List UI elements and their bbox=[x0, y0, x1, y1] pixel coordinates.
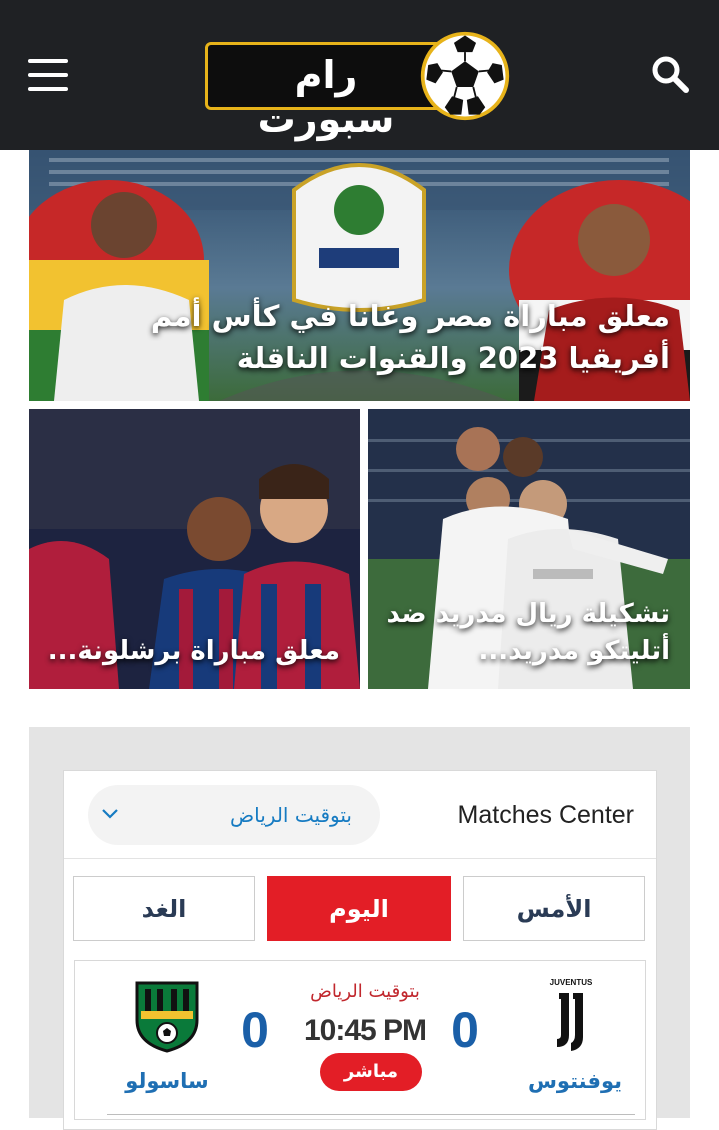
home-team-score: 0 bbox=[451, 1002, 479, 1058]
timezone-select-label: بتوقيت الرياض bbox=[229, 803, 352, 827]
chevron-down-icon bbox=[102, 809, 118, 819]
tab-yesterday[interactable]: الأمس bbox=[463, 876, 645, 941]
site-header: رام سبورت bbox=[0, 0, 719, 150]
article-card-title[interactable]: تشكيلة ريال مدريد ضد أتليتكو مدريد... bbox=[384, 596, 670, 671]
featured-article[interactable]: معلق مباراة مصر وغانا في كأس أمم أفريقيا… bbox=[29, 150, 690, 401]
match-timezone: بتوقيت الرياض bbox=[310, 981, 420, 1002]
matches-center-title: Matches Center bbox=[457, 801, 634, 829]
match-time: 10:45 PM bbox=[303, 1014, 427, 1047]
hamburger-menu-icon[interactable] bbox=[28, 57, 70, 93]
match-card[interactable]: ساسولو 0 بتوقيت الرياض 10:45 PM مباشر 0 … bbox=[74, 960, 646, 1120]
site-logo[interactable]: رام سبورت bbox=[205, 30, 510, 141]
search-icon[interactable] bbox=[650, 54, 690, 94]
matches-center-section: Matches Center بتوقيت الرياض الغد اليوم … bbox=[29, 727, 690, 1130]
sassuolo-logo-icon bbox=[135, 981, 199, 1053]
tab-tomorrow[interactable]: الغد bbox=[73, 876, 255, 941]
featured-article-title[interactable]: معلق مباراة مصر وغانا في كأس أمم أفريقيا… bbox=[49, 295, 670, 379]
away-team-score: 0 bbox=[241, 1002, 269, 1058]
live-badge[interactable]: مباشر bbox=[320, 1053, 422, 1091]
article-card-title[interactable]: معلق مباراة برشلونة... bbox=[45, 633, 340, 671]
logo-text: رام سبورت bbox=[257, 53, 395, 141]
matches-center-header: Matches Center بتوقيت الرياض bbox=[64, 771, 656, 859]
svg-text:JUVENTUS: JUVENTUS bbox=[550, 978, 593, 987]
timezone-select[interactable]: بتوقيت الرياض bbox=[88, 785, 380, 845]
article-card[interactable]: معلق مباراة برشلونة... bbox=[29, 409, 360, 689]
article-card[interactable]: تشكيلة ريال مدريد ضد أتليتكو مدريد... bbox=[368, 409, 690, 689]
logo-plate: رام سبورت bbox=[205, 42, 455, 141]
match-divider bbox=[107, 1114, 635, 1115]
away-team-name[interactable]: ساسولو bbox=[97, 1069, 237, 1093]
home-team-name[interactable]: يوفنتوس bbox=[505, 1069, 645, 1093]
tab-today[interactable]: اليوم bbox=[267, 876, 451, 941]
juventus-logo-icon: JUVENTUS bbox=[550, 978, 593, 1051]
soccer-ball-icon bbox=[420, 31, 510, 121]
